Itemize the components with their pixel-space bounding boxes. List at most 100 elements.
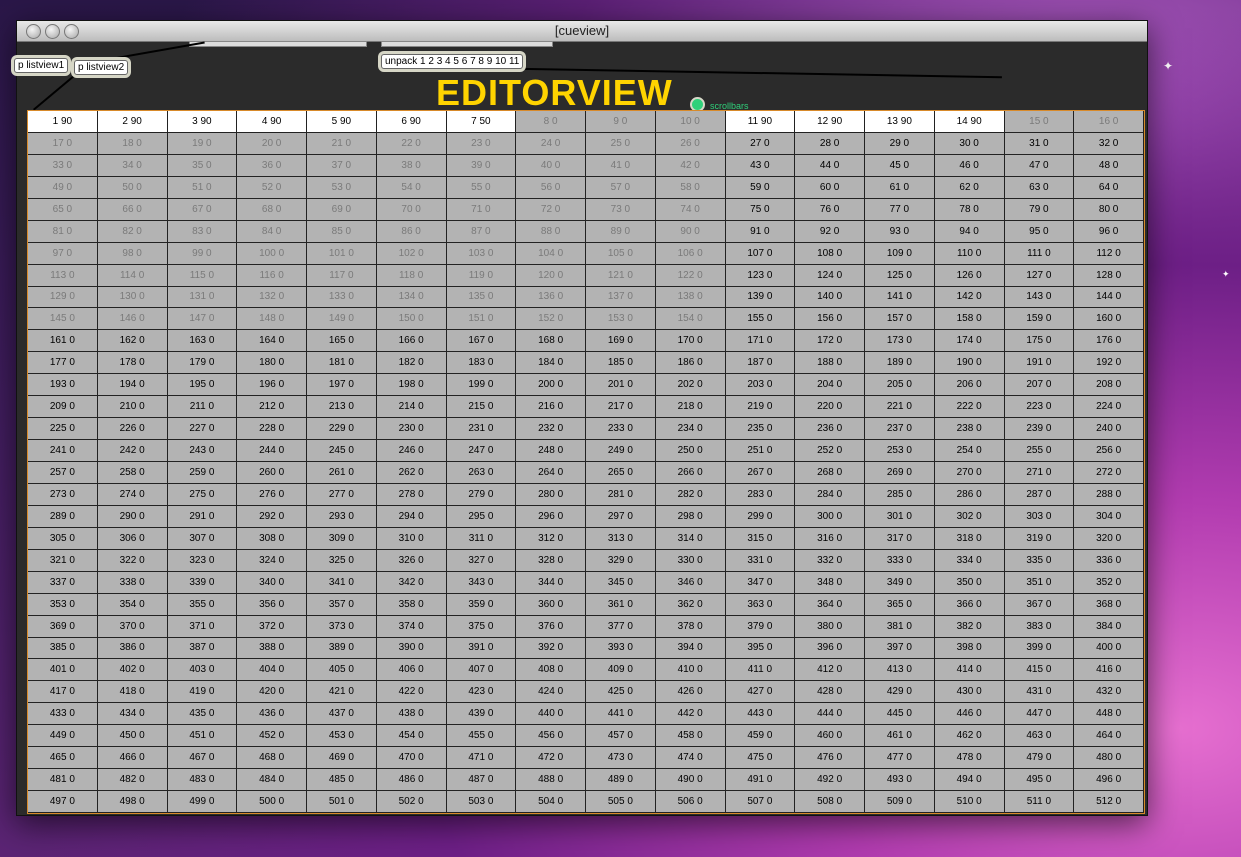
matrix-cell[interactable]: 30 0 <box>934 132 1005 155</box>
matrix-cell[interactable]: 250 0 <box>655 440 726 462</box>
matrix-cell[interactable]: 283 0 <box>725 483 796 506</box>
matrix-cell[interactable]: 39 0 <box>446 154 517 177</box>
matrix-cell[interactable]: 169 0 <box>586 330 656 353</box>
matrix-cell[interactable]: 166 0 <box>376 330 447 353</box>
matrix-cell[interactable]: 397 0 <box>865 637 935 660</box>
matrix-cell[interactable]: 27 0 <box>725 132 796 155</box>
matrix-cell[interactable]: 146 0 <box>97 308 168 331</box>
matrix-cell[interactable]: 380 0 <box>795 615 865 638</box>
matrix-cell[interactable]: 19 0 <box>167 132 238 155</box>
matrix-cell[interactable]: 295 0 <box>446 505 517 528</box>
matrix-cell[interactable]: 238 0 <box>934 418 1005 441</box>
matrix-cell[interactable]: 502 0 <box>376 791 447 813</box>
matrix-cell[interactable]: 383 0 <box>1004 615 1075 638</box>
matrix-cell[interactable]: 349 0 <box>865 571 935 594</box>
matrix-cell[interactable]: 419 0 <box>167 681 238 704</box>
matrix-cell[interactable]: 261 0 <box>307 462 377 484</box>
matrix-cell[interactable]: 384 0 <box>1074 615 1144 638</box>
matrix-cell[interactable]: 140 0 <box>795 286 865 309</box>
matrix-cell[interactable]: 400 0 <box>1074 637 1144 660</box>
matrix-cell[interactable]: 126 0 <box>934 264 1005 287</box>
matrix-cell[interactable]: 312 0 <box>516 527 586 550</box>
matrix-cell[interactable]: 11 90 <box>725 111 796 133</box>
matrix-cell[interactable]: 241 0 <box>28 440 98 462</box>
matrix-cell[interactable]: 32 0 <box>1074 132 1144 155</box>
matrix-cell[interactable]: 134 0 <box>376 286 447 309</box>
matrix-cell[interactable]: 136 0 <box>516 286 586 309</box>
matrix-cell[interactable]: 438 0 <box>376 703 447 726</box>
matrix-cell[interactable]: 61 0 <box>865 176 935 199</box>
matrix-cell[interactable]: 81 0 <box>28 220 98 243</box>
matrix-cell[interactable]: 458 0 <box>655 725 726 748</box>
matrix-cell[interactable]: 510 0 <box>934 791 1005 813</box>
matrix-cell[interactable]: 221 0 <box>865 396 935 419</box>
matrix-cell[interactable]: 31 0 <box>1004 132 1075 155</box>
matrix-cell[interactable]: 34 0 <box>97 154 168 177</box>
matrix-cell[interactable]: 271 0 <box>1004 462 1075 484</box>
matrix-cell[interactable]: 379 0 <box>725 615 796 638</box>
matrix-cell[interactable]: 137 0 <box>586 286 656 309</box>
matrix-cell[interactable]: 464 0 <box>1074 725 1144 748</box>
matrix-cell[interactable]: 73 0 <box>586 198 656 221</box>
matrix-cell[interactable]: 10 0 <box>655 111 726 133</box>
matrix-cell[interactable]: 196 0 <box>237 374 307 397</box>
matrix-cell[interactable]: 300 0 <box>795 505 865 528</box>
matrix-cell[interactable]: 229 0 <box>307 418 377 441</box>
matrix-cell[interactable]: 352 0 <box>1074 571 1144 594</box>
matrix-cell[interactable]: 494 0 <box>934 769 1005 792</box>
matrix-cell[interactable]: 5 90 <box>307 111 377 133</box>
matrix-cell[interactable]: 242 0 <box>97 440 168 462</box>
matrix-cell[interactable]: 153 0 <box>586 308 656 331</box>
matrix-cell[interactable]: 21 0 <box>307 132 377 155</box>
matrix-cell[interactable]: 163 0 <box>167 330 238 353</box>
matrix-cell[interactable]: 351 0 <box>1004 571 1075 594</box>
close-icon[interactable] <box>26 24 41 39</box>
matrix-cell[interactable]: 334 0 <box>934 549 1005 572</box>
matrix-cell[interactable]: 459 0 <box>725 725 796 748</box>
matrix-cell[interactable]: 35 0 <box>167 154 238 177</box>
matrix-cell[interactable]: 56 0 <box>516 176 586 199</box>
matrix-cell[interactable]: 362 0 <box>655 593 726 616</box>
matrix-cell[interactable]: 232 0 <box>516 418 586 441</box>
matrix-cell[interactable]: 484 0 <box>237 769 307 792</box>
matrix-cell[interactable]: 367 0 <box>1004 593 1075 616</box>
matrix-cell[interactable]: 252 0 <box>795 440 865 462</box>
matrix-cell[interactable]: 274 0 <box>97 483 168 506</box>
matrix-cell[interactable]: 455 0 <box>446 725 517 748</box>
matrix-cell[interactable]: 43 0 <box>725 154 796 177</box>
matrix-cell[interactable]: 426 0 <box>655 681 726 704</box>
matrix-cell[interactable]: 417 0 <box>28 681 98 704</box>
matrix-cell[interactable]: 3 90 <box>167 111 238 133</box>
matrix-cell[interactable]: 227 0 <box>167 418 238 441</box>
matrix-cell[interactable]: 82 0 <box>97 220 168 243</box>
patch-object-partial[interactable] <box>189 41 367 47</box>
matrix-cell[interactable]: 311 0 <box>446 527 517 550</box>
matrix-cell[interactable]: 460 0 <box>795 725 865 748</box>
matrix-cell[interactable]: 405 0 <box>307 659 377 682</box>
matrix-cell[interactable]: 38 0 <box>376 154 447 177</box>
matrix-cell[interactable]: 339 0 <box>167 571 238 594</box>
matrix-cell[interactable]: 78 0 <box>934 198 1005 221</box>
matrix-cell[interactable]: 425 0 <box>586 681 656 704</box>
matrix-cell[interactable]: 350 0 <box>934 571 1005 594</box>
matrix-cell[interactable]: 302 0 <box>934 505 1005 528</box>
matrix-cell[interactable]: 427 0 <box>725 681 796 704</box>
matrix-cell[interactable]: 208 0 <box>1074 374 1144 397</box>
matrix-cell[interactable]: 495 0 <box>1004 769 1075 792</box>
matrix-cell[interactable]: 85 0 <box>307 220 377 243</box>
matrix-cell[interactable]: 310 0 <box>376 527 447 550</box>
matrix-cell[interactable]: 129 0 <box>28 286 98 309</box>
matrix-cell[interactable]: 322 0 <box>97 549 168 572</box>
matrix-cell[interactable]: 245 0 <box>307 440 377 462</box>
matrix-cell[interactable]: 418 0 <box>97 681 168 704</box>
matrix-cell[interactable]: 72 0 <box>516 198 586 221</box>
matrix-cell[interactable]: 270 0 <box>934 462 1005 484</box>
matrix-cell[interactable]: 201 0 <box>586 374 656 397</box>
matrix-cell[interactable]: 62 0 <box>934 176 1005 199</box>
matrix-cell[interactable]: 103 0 <box>446 242 517 265</box>
matrix-cell[interactable]: 439 0 <box>446 703 517 726</box>
window-titlebar[interactable]: [cueview] <box>17 21 1147 42</box>
matrix-cell[interactable]: 287 0 <box>1004 483 1075 506</box>
matrix-cell[interactable]: 276 0 <box>237 483 307 506</box>
matrix-cell[interactable]: 108 0 <box>795 242 865 265</box>
